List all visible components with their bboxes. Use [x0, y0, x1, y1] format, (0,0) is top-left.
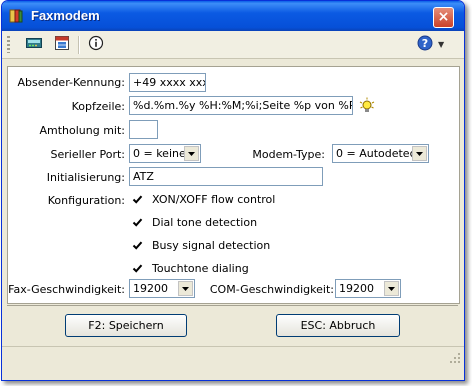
touchtone-option[interactable]: Touchtone dialing: [132, 260, 249, 276]
calendar-button[interactable]: [52, 35, 72, 54]
serial-port-value: 0 = keine: [133, 147, 186, 160]
checkbox[interactable]: [132, 217, 143, 228]
close-icon: ×: [437, 9, 450, 25]
dial-tone-option[interactable]: Dial tone detection: [132, 214, 257, 230]
header-line-label: Kopfzeile:: [71, 100, 125, 113]
com-speed-label: COM-Geschwindigkeit:: [209, 283, 334, 296]
checkbox[interactable]: [132, 263, 143, 274]
chevron-down-icon[interactable]: [178, 281, 193, 296]
serial-port-label: Serieller Port:: [50, 148, 125, 161]
info-button[interactable]: [86, 35, 106, 54]
calendar-icon: [54, 35, 70, 54]
chevron-down-icon[interactable]: [412, 146, 427, 161]
modem-icon: [26, 36, 42, 53]
config-label: Konfiguration:: [47, 194, 125, 207]
init-input[interactable]: ATZ: [129, 167, 323, 186]
busy-signal-option[interactable]: Busy signal detection: [132, 237, 270, 253]
fax-speed-value: 19200: [133, 282, 168, 295]
chevron-down-icon[interactable]: [384, 281, 399, 296]
xon-xoff-option[interactable]: XON/XOFF flow control: [132, 191, 275, 207]
help-button[interactable]: ?: [415, 35, 435, 54]
title-bar[interactable]: Faxmodem ×: [2, 1, 464, 31]
fax-speed-label: Fax-Geschwindigkeit:: [8, 283, 125, 296]
status-bar: [2, 346, 464, 367]
toolbar: ? ▼: [2, 31, 464, 59]
sender-id-input[interactable]: +49 xxxx xxxx: [129, 73, 206, 92]
checkbox-label: Busy signal detection: [152, 238, 271, 252]
modem-settings-panel: Absender-Kennung: +49 xxxx xxxx Kopfzeil…: [7, 66, 460, 304]
serial-port-select[interactable]: 0 = keine: [129, 144, 201, 163]
resize-grip-icon[interactable]: [450, 353, 461, 364]
com-speed-select[interactable]: 19200: [335, 279, 401, 298]
toolbar-separator: [78, 36, 79, 54]
sender-id-label: Absender-Kennung:: [17, 76, 125, 89]
rings-label: Amtholung mit:: [39, 124, 125, 137]
modem-button[interactable]: [24, 35, 44, 54]
checkbox[interactable]: [132, 240, 143, 251]
lightbulb-icon[interactable]: [359, 97, 375, 117]
header-line-input[interactable]: %d.%m.%y %H:%M;%i;Seite %p von %P: [129, 96, 353, 115]
cancel-button[interactable]: ESC: Abbruch: [276, 314, 400, 337]
rings-input[interactable]: [129, 120, 158, 139]
info-icon: [88, 35, 104, 54]
init-label: Initialisierung:: [46, 171, 125, 184]
faxmodem-window: Faxmodem × ? ▼ Absender-Kennung: +49 xxx…: [1, 0, 465, 381]
modem-type-label: Modem-Type:: [252, 148, 325, 161]
divider: [7, 305, 458, 306]
toolbar-grip[interactable]: [7, 36, 10, 53]
com-speed-value: 19200: [339, 282, 374, 295]
svg-text:?: ?: [422, 37, 428, 50]
checkbox-label: Touchtone dialing: [152, 261, 249, 275]
help-dropdown-arrow[interactable]: ▼: [438, 40, 444, 49]
modem-type-value: 0 = Autodetect: [336, 147, 420, 160]
checkbox-label: XON/XOFF flow control: [152, 192, 276, 206]
window-title: Faxmodem: [31, 8, 100, 23]
fax-speed-select[interactable]: 19200: [129, 279, 195, 298]
checkbox-label: Dial tone detection: [152, 215, 258, 229]
chevron-down-icon[interactable]: [184, 146, 199, 161]
close-button[interactable]: ×: [433, 7, 454, 28]
modem-type-select[interactable]: 0 = Autodetect: [332, 144, 429, 163]
book-icon: [8, 8, 24, 24]
checkbox[interactable]: [132, 194, 143, 205]
help-icon: ?: [417, 35, 433, 54]
save-button[interactable]: F2: Speichern: [65, 314, 187, 337]
